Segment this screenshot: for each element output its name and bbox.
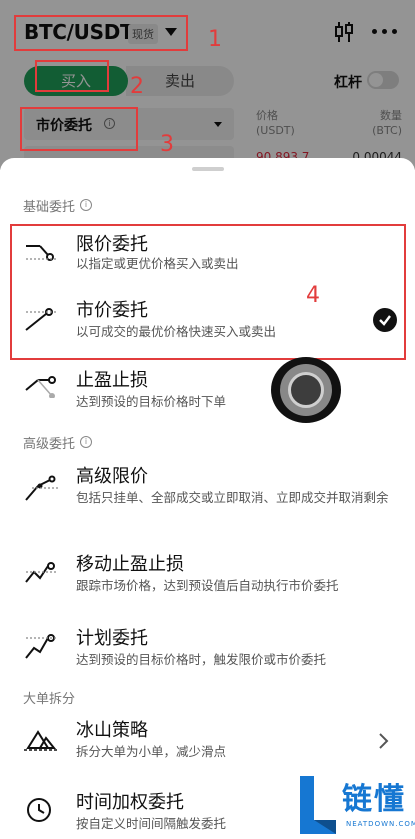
option-title: 时间加权委托	[76, 792, 184, 813]
option-desc: 达到预设的目标价格时下单	[76, 394, 227, 409]
section-title-basic: 基础委托	[23, 200, 76, 215]
section-title-large-order: 大单拆分	[23, 692, 76, 707]
option-desc: 达到预设的目标价格时，触发限价或市价委托	[76, 652, 327, 667]
annotation-number-1: 1	[208, 27, 222, 52]
annotation-number-3: 3	[160, 132, 174, 157]
twap-clock-icon	[27, 798, 51, 822]
watermark-sub: NEATDOWN.COM	[346, 820, 415, 828]
annotation-box-4	[10, 224, 406, 360]
assistive-touch-button[interactable]	[271, 357, 341, 423]
option-title: 高级限价	[76, 466, 148, 487]
option-title: 冰山策略	[76, 720, 148, 741]
info-icon[interactable]: i	[80, 436, 92, 448]
option-desc: 包括只挂单、全部成交或立即取消、立即成交并取消剩余	[76, 490, 389, 505]
trigger-order-icon	[25, 634, 58, 659]
annotation-box-1	[14, 15, 188, 51]
option-title: 移动止盈止损	[76, 554, 184, 575]
option-tp-sl[interactable]: 止盈止损 达到预设的目标价格时下单	[0, 364, 415, 416]
info-icon[interactable]: i	[80, 199, 92, 211]
option-desc: 拆分大单为小单，减少滑点	[76, 744, 227, 759]
chevron-right-icon[interactable]	[376, 732, 390, 750]
advanced-limit-icon	[25, 475, 58, 501]
option-trigger-order[interactable]: 计划委托 达到预设的目标价格时，触发限价或市价委托	[0, 622, 415, 678]
section-title-advanced: 高级委托	[23, 437, 76, 452]
option-iceberg[interactable]: 冰山策略 拆分大单为小单，减少滑点	[0, 714, 415, 770]
watermark-brand: 链懂	[342, 782, 406, 817]
logo-l-icon	[300, 776, 336, 834]
annotation-box-3	[20, 107, 138, 151]
option-desc: 跟踪市场价格，达到预设值后自动执行市价委托	[76, 578, 339, 593]
sheet-grabber[interactable]	[192, 167, 224, 171]
watermark-logo: 链懂 NEATDOWN.COM	[296, 770, 415, 839]
annotation-number-4: 4	[306, 283, 320, 308]
option-advanced-limit[interactable]: 高级限价 包括只挂单、全部成交或立即取消、立即成交并取消剩余	[0, 460, 415, 530]
tp-sl-icon	[25, 376, 56, 398]
iceberg-icon	[24, 730, 58, 751]
annotation-box-2	[35, 60, 109, 92]
option-trailing-stop[interactable]: 移动止盈止损 跟踪市场价格，达到预设值后自动执行市价委托	[0, 548, 415, 604]
option-title: 计划委托	[76, 628, 148, 649]
option-title: 止盈止损	[76, 370, 148, 391]
annotation-number-2: 2	[130, 74, 144, 99]
trailing-stop-icon	[25, 562, 58, 583]
